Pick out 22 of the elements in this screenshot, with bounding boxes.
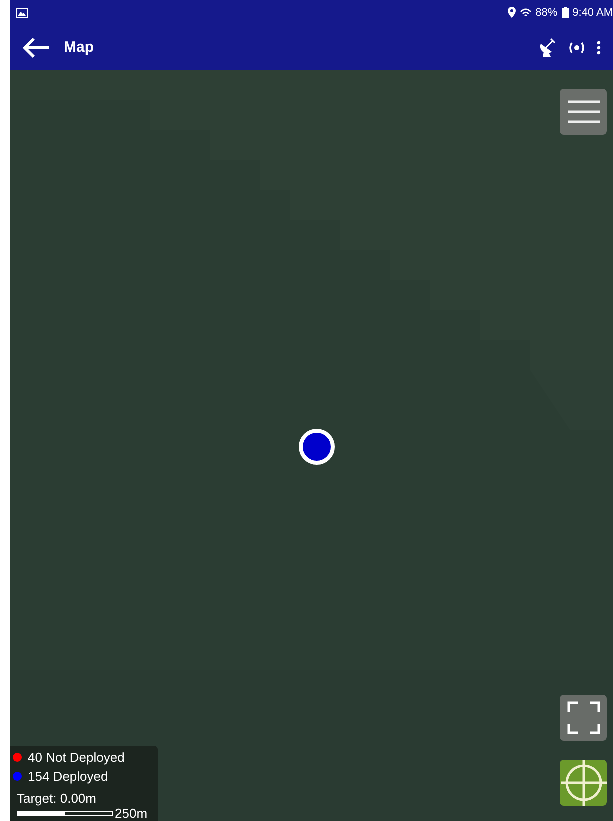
battery-percent: 88% — [536, 6, 558, 18]
back-arrow-icon[interactable] — [22, 36, 50, 58]
location-icon — [508, 7, 516, 18]
fullscreen-icon — [566, 701, 600, 735]
scale-label: 250m — [115, 806, 148, 821]
clock: 9:40 AM — [572, 6, 613, 18]
broadcast-icon[interactable] — [569, 42, 585, 54]
legend-label: 40 Not Deployed — [28, 750, 125, 765]
crosshair-icon — [560, 760, 606, 806]
image-icon — [16, 8, 28, 18]
wifi-icon — [520, 8, 532, 18]
battery-icon — [562, 7, 569, 18]
menu-button[interactable] — [560, 89, 607, 135]
target-distance: Target: 0.00m — [17, 791, 98, 806]
screen-title: Map — [64, 39, 94, 56]
satellite-dish-icon[interactable] — [539, 38, 557, 58]
crosshair-button[interactable] — [560, 760, 607, 806]
legend-label: 154 Deployed — [28, 769, 108, 784]
menu-icon — [566, 99, 602, 125]
location-marker — [299, 429, 335, 465]
fullscreen-button[interactable] — [560, 695, 607, 741]
more-options-icon[interactable] — [597, 40, 601, 54]
